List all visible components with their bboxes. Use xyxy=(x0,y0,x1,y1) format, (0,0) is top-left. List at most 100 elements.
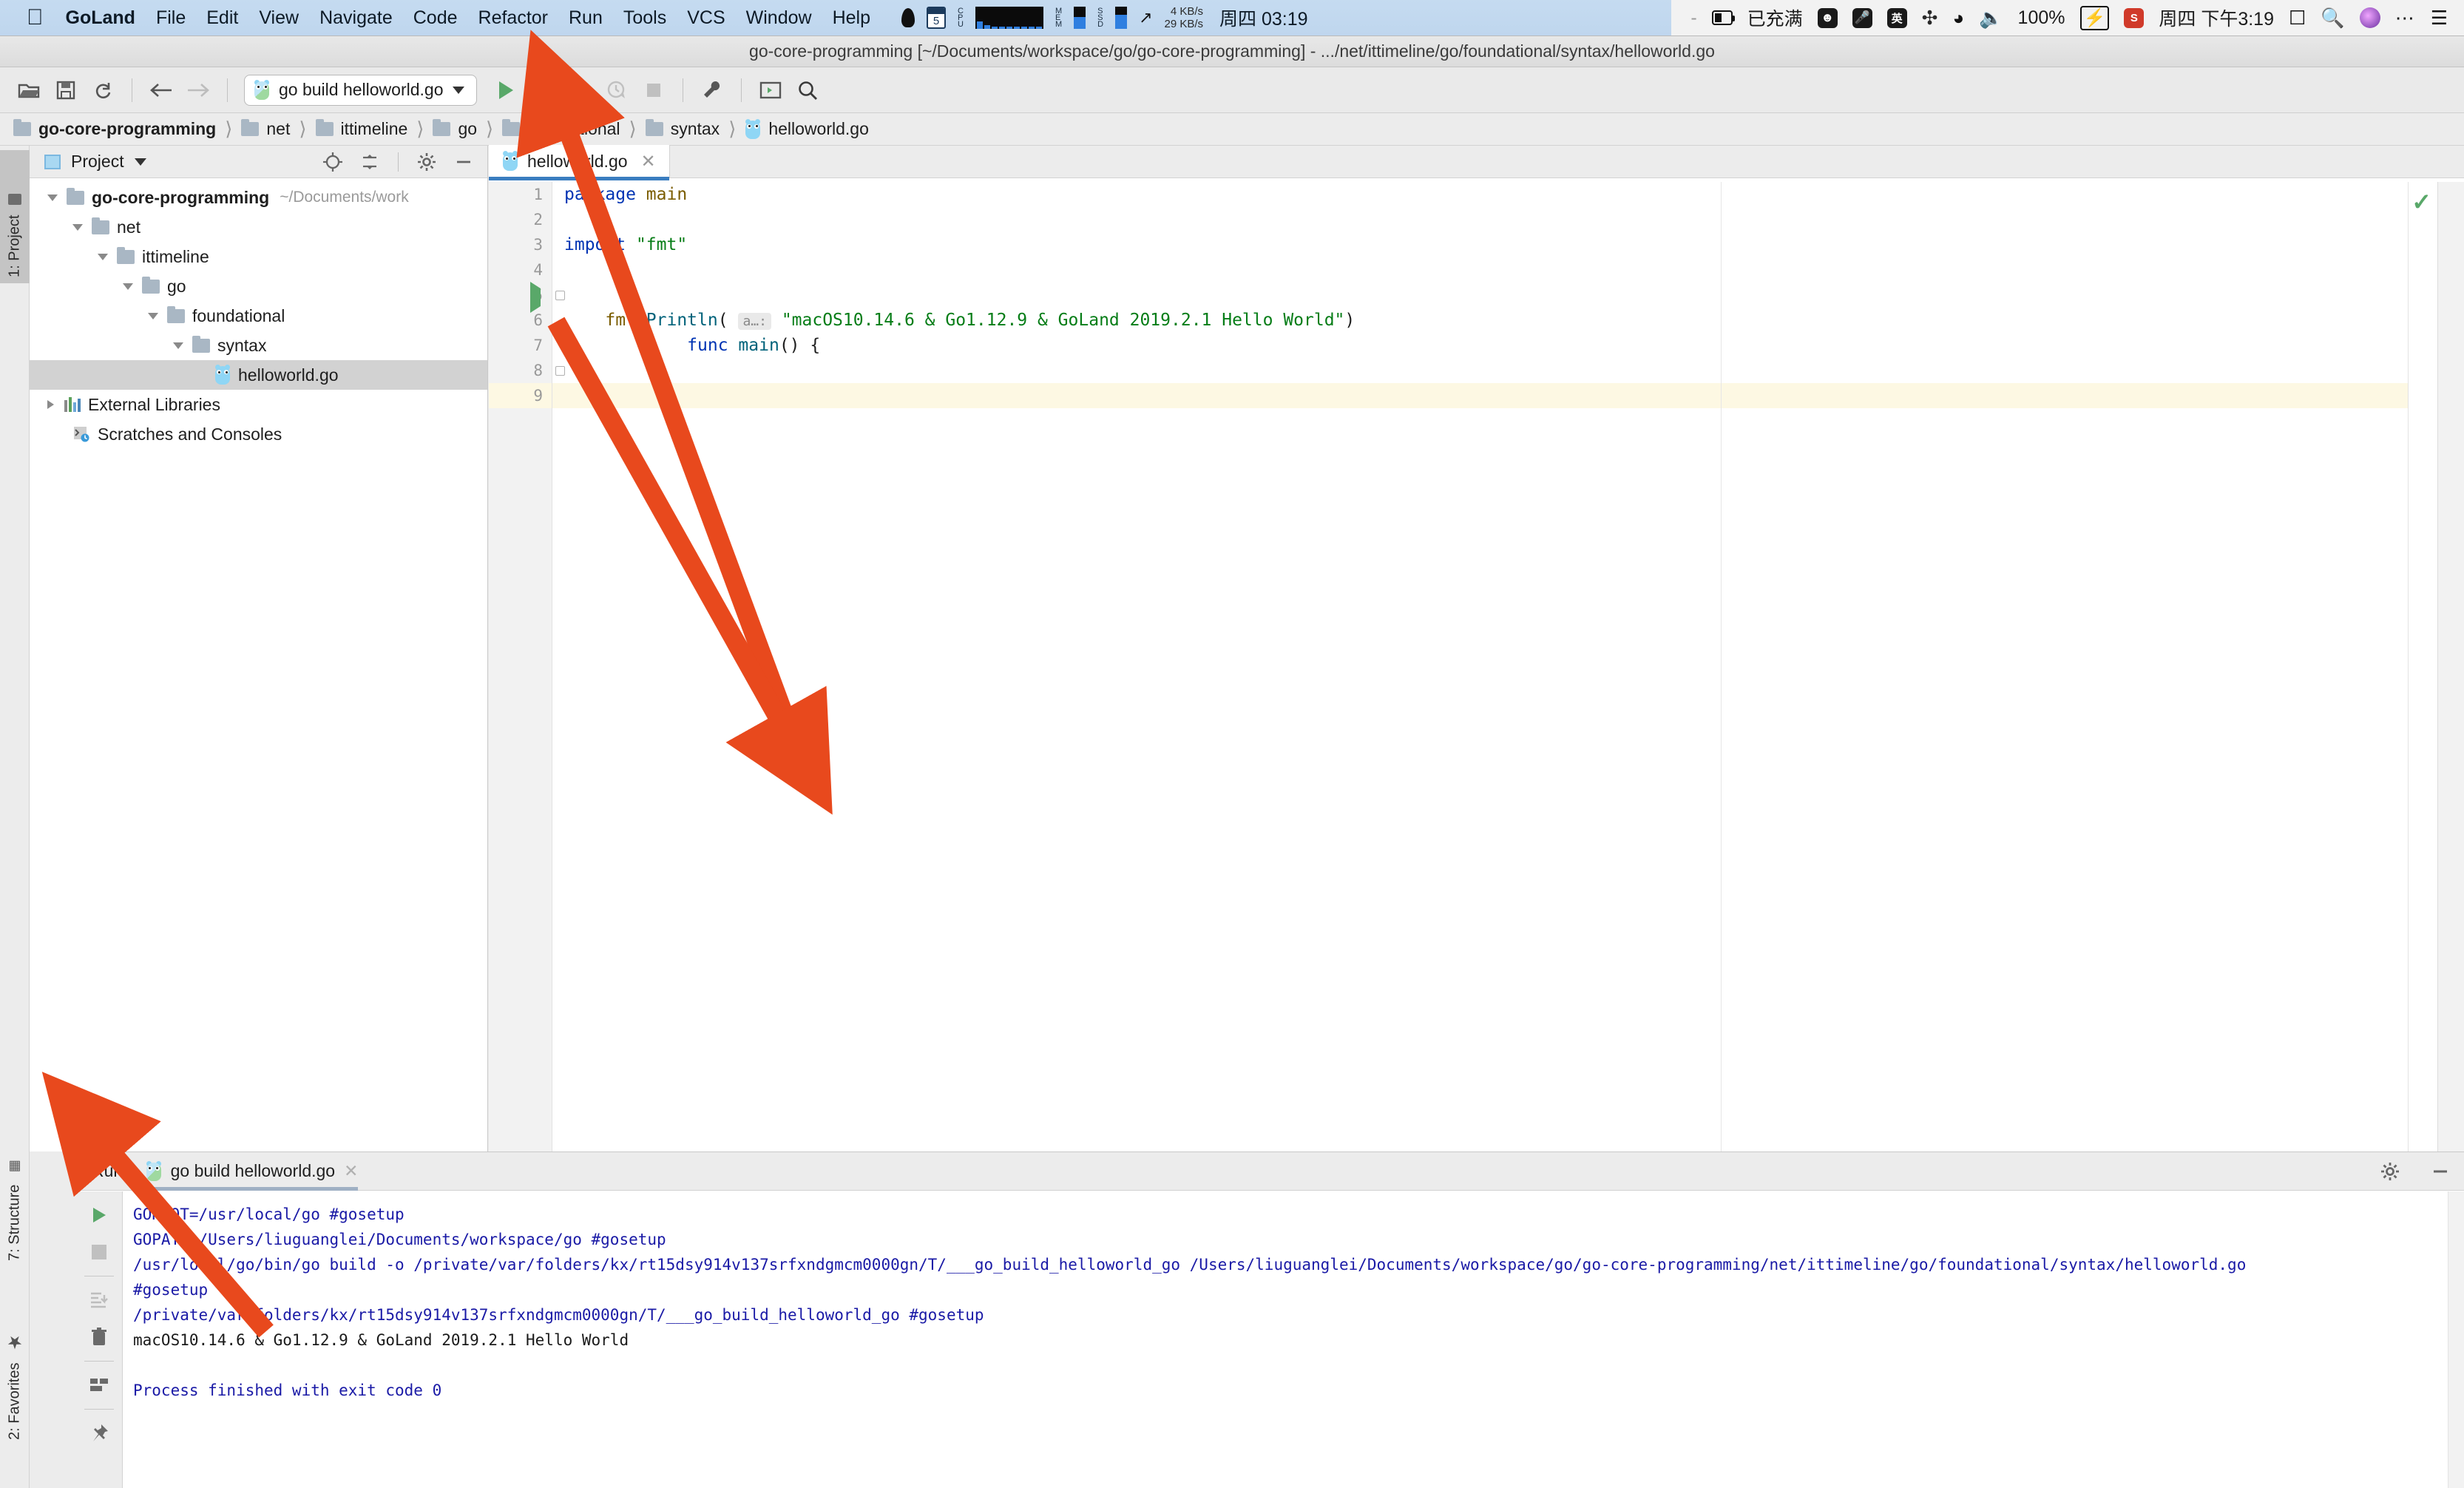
chevron-down-icon[interactable] xyxy=(148,312,158,319)
chevron-down-icon[interactable] xyxy=(134,158,146,166)
menu-vcs[interactable]: VCS xyxy=(687,7,725,29)
tree-row-go-core-programming[interactable]: go-core-programming ~/Documents/work xyxy=(30,183,487,212)
rerun-icon[interactable] xyxy=(81,1197,117,1233)
breadcrumb-item-net[interactable]: net xyxy=(241,119,290,139)
editor-scrollbar[interactable] xyxy=(2437,182,2464,1151)
tree-row-syntax[interactable]: syntax xyxy=(30,331,487,360)
menu-tools[interactable]: Tools xyxy=(623,7,666,29)
menu-help[interactable]: Help xyxy=(833,7,870,29)
cpu-graph-icon[interactable] xyxy=(975,7,1043,29)
fold-marker-icon[interactable] xyxy=(555,291,565,300)
control-center-icon[interactable]: ⋯ xyxy=(2395,7,2416,30)
input-method-icon[interactable]: 英 xyxy=(1886,7,1907,28)
menu-code[interactable]: Code xyxy=(413,7,458,29)
console-scrollbar[interactable] xyxy=(2448,1191,2464,1488)
save-icon[interactable] xyxy=(49,73,83,107)
run-with-coverage-button[interactable] xyxy=(563,73,597,107)
menu-navigate[interactable]: Navigate xyxy=(319,7,393,29)
ssd-bar-icon[interactable] xyxy=(1115,7,1128,29)
sidebar-item-structure[interactable]: 7: Structure ▦ xyxy=(0,1108,30,1267)
chevron-right-icon[interactable] xyxy=(47,400,54,409)
tree-row-helloworld-go[interactable]: helloworld.go xyxy=(30,360,487,390)
stop-icon[interactable] xyxy=(81,1234,117,1270)
code-content[interactable]: package main import "fmt" func main() { … xyxy=(552,182,2408,1151)
minimize-icon[interactable] xyxy=(450,149,477,175)
menu-refactor[interactable]: Refactor xyxy=(478,7,548,29)
breadcrumb-item-project[interactable]: go-core-programming xyxy=(13,119,216,139)
editor-tab-helloworld-go[interactable]: helloworld.go ✕ xyxy=(489,145,670,180)
calendar-icon[interactable]: 5 xyxy=(927,7,946,29)
tree-row-foundational[interactable]: foundational xyxy=(30,301,487,331)
close-icon[interactable]: ✕ xyxy=(641,151,656,172)
close-icon[interactable]: ✕ xyxy=(344,1161,358,1181)
chevron-down-icon[interactable] xyxy=(72,223,83,231)
menu-view[interactable]: View xyxy=(259,7,299,29)
chevron-down-icon[interactable] xyxy=(123,283,133,290)
menu-edit[interactable]: Edit xyxy=(206,7,238,29)
spotlight-search-icon[interactable]: 🔍 xyxy=(2321,7,2344,30)
minimize-icon[interactable] xyxy=(2427,1158,2454,1185)
menu-app-name[interactable]: GoLand xyxy=(66,7,135,29)
chevron-down-icon[interactable] xyxy=(98,253,108,260)
tree-row-ittimeline[interactable]: ittimeline xyxy=(30,242,487,271)
terminal-icon[interactable] xyxy=(754,73,788,107)
run-console[interactable]: GOROOT=/usr/local/go #gosetup GOPATH=/Us… xyxy=(123,1191,2448,1488)
apple-icon[interactable]:  xyxy=(27,7,44,29)
bartender-icon[interactable]: ☻ xyxy=(1817,7,1838,28)
stop-button[interactable] xyxy=(637,73,671,107)
bluetooth-icon[interactable]: ✣ xyxy=(1922,7,1938,30)
siri-icon[interactable] xyxy=(2359,7,2380,28)
sidebar-item-project[interactable]: 1: Project xyxy=(0,150,30,283)
scroll-to-end-icon[interactable] xyxy=(81,1282,117,1318)
wifi-icon[interactable]: ◕ xyxy=(1952,7,1964,30)
sidebar-item-favorites[interactable]: 2: Favorites ★ xyxy=(0,1283,30,1446)
trash-icon[interactable] xyxy=(81,1319,117,1355)
run-icon[interactable] xyxy=(530,282,541,313)
collapse-all-icon[interactable] xyxy=(356,149,383,175)
run-configuration-selector[interactable]: go build helloworld.go xyxy=(244,74,477,106)
notification-center-icon[interactable]: ☰ xyxy=(2431,7,2448,30)
tree-row-net[interactable]: net xyxy=(30,212,487,242)
checkmark-icon[interactable]: ✓ xyxy=(2411,188,2431,216)
mem-bar-icon[interactable] xyxy=(1074,7,1086,29)
forward-icon[interactable] xyxy=(181,73,215,107)
error-stripe[interactable]: ✓ xyxy=(2408,182,2437,1151)
user-silhouette-icon[interactable] xyxy=(901,8,915,27)
gear-icon[interactable] xyxy=(2377,1158,2403,1185)
breadcrumb-item-file[interactable]: helloworld.go xyxy=(745,118,869,140)
chevron-down-icon[interactable] xyxy=(47,194,58,201)
tree-row-go[interactable]: go xyxy=(30,271,487,301)
soft-wrap-icon[interactable] xyxy=(81,1367,117,1403)
search-icon[interactable] xyxy=(791,73,825,107)
profile-button[interactable] xyxy=(600,73,634,107)
airplay-icon[interactable]: ☐ xyxy=(2289,7,2306,30)
gear-icon[interactable] xyxy=(413,149,440,175)
editor-gutter[interactable]: 1 2 3 4 5 6 7 8 9 xyxy=(489,182,552,1151)
breadcrumb-item-syntax[interactable]: syntax xyxy=(645,119,720,139)
breadcrumb-item-foundational[interactable]: foundational xyxy=(502,119,620,139)
wrench-icon[interactable] xyxy=(695,73,729,107)
battery-icon[interactable] xyxy=(1711,10,1735,25)
debug-button[interactable] xyxy=(526,73,560,107)
breadcrumb-item-ittimeline[interactable]: ittimeline xyxy=(315,119,407,139)
open-icon[interactable] xyxy=(12,73,46,107)
chevron-down-icon[interactable] xyxy=(452,86,464,94)
run-button[interactable] xyxy=(489,73,523,107)
run-tab-go-build[interactable]: go build helloworld.go ✕ xyxy=(141,1152,369,1191)
pin-icon[interactable] xyxy=(81,1416,117,1451)
sync-icon[interactable] xyxy=(86,73,120,107)
back-icon[interactable] xyxy=(144,73,178,107)
fold-marker-icon[interactable] xyxy=(555,366,565,376)
battery-charging-icon[interactable]: ⚡ xyxy=(2079,5,2110,30)
tree-row-scratches-and-consoles[interactable]: Scratches and Consoles xyxy=(30,419,487,449)
menu-file[interactable]: File xyxy=(156,7,186,29)
chevron-down-icon[interactable] xyxy=(173,342,183,349)
locate-icon[interactable] xyxy=(319,149,346,175)
volume-icon[interactable]: 🔈 xyxy=(1979,7,2003,30)
breadcrumb-item-go[interactable]: go xyxy=(433,119,477,139)
sogou-input-icon[interactable]: S xyxy=(2124,7,2145,28)
gutter-run-marker[interactable] xyxy=(530,282,552,313)
tree-row-external-libraries[interactable]: External Libraries xyxy=(30,390,487,419)
menu-window[interactable]: Window xyxy=(746,7,812,29)
menu-run[interactable]: Run xyxy=(569,7,603,29)
